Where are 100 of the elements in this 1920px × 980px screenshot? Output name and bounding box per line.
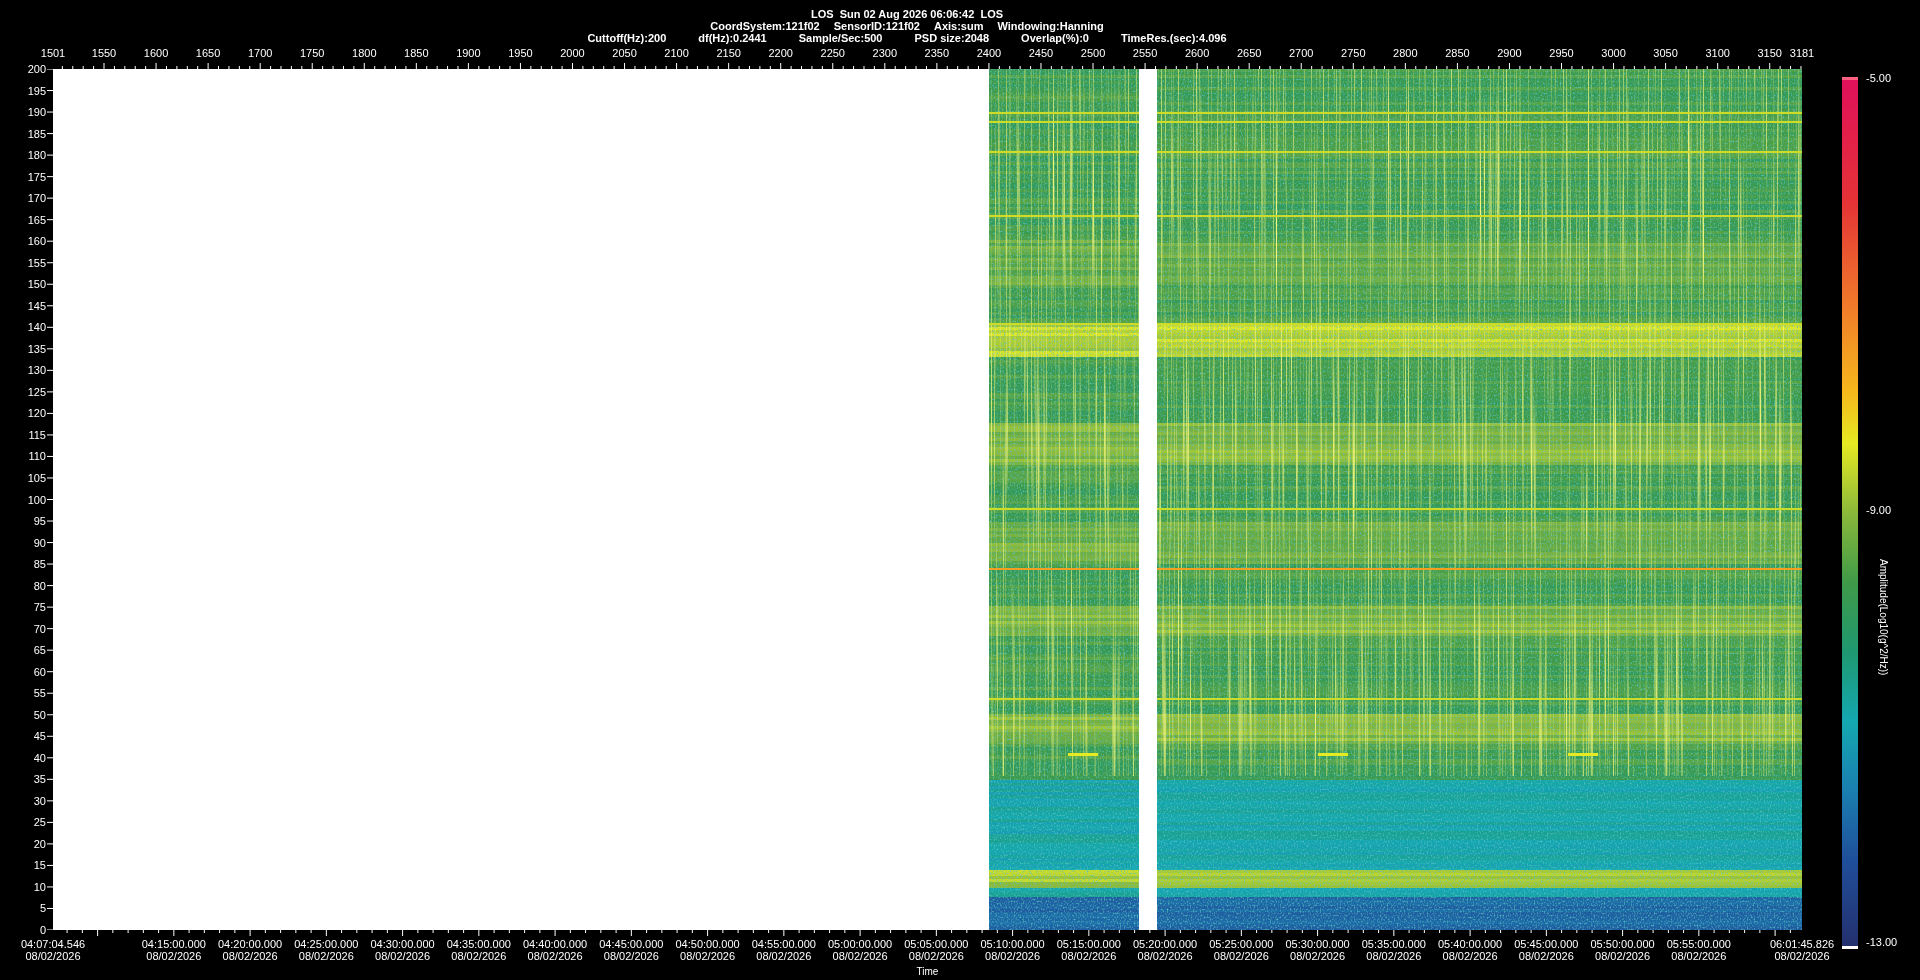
axis-tick-label: 2050 — [612, 47, 637, 59]
axis-tick-label: 1501 — [40, 47, 66, 59]
date-label: 08/02/2026 — [1290, 950, 1346, 962]
axis-tick-label: 2550 — [1132, 47, 1158, 59]
axis-tick-label: 85 — [33, 558, 46, 571]
axis-tick-label: 1750 — [300, 47, 325, 59]
axis-tick-label: 70 — [33, 622, 46, 635]
axis-tick-label: 175 — [27, 170, 46, 183]
axis-tick-label: 160 — [27, 235, 46, 248]
time-label: 05:00:00.000 — [828, 938, 893, 950]
axis-tick-label: 20 — [33, 837, 46, 850]
axis-tick-label: 190 — [27, 106, 46, 119]
axis-tick-label: 2900 — [1497, 47, 1522, 59]
axis-tick-label: 180 — [27, 149, 46, 162]
parameter-label: Windowing:Hanning — [997, 20, 1104, 32]
axis-tick-label: 95 — [33, 515, 46, 527]
axis-tick-label: 3000 — [1601, 47, 1626, 59]
axis-tick-label: 3150 — [1757, 47, 1782, 59]
axis-tick-label: 2800 — [1393, 47, 1418, 59]
date-label: 08/02/2026 — [1366, 950, 1422, 962]
axis-tick-label: 115 — [28, 428, 46, 441]
parameter-label: Sample/Sec:500 — [798, 32, 883, 44]
axis-tick-label: 195 — [27, 84, 46, 97]
date-label: 08/02/2026 — [527, 950, 583, 962]
parameter-label: Overlap(%):0 — [1021, 32, 1089, 44]
axis-tick-label: 3100 — [1705, 47, 1730, 59]
axis-tick-label: 130 — [27, 364, 46, 377]
axis-tick-label: 2950 — [1549, 47, 1574, 59]
axis-tick-label: 100 — [27, 493, 46, 506]
axis-tick-label: 45 — [33, 730, 46, 743]
parameter-label: Axis:sum — [933, 20, 984, 32]
axis-tick-label: 2200 — [768, 47, 793, 59]
colorbar-label: -9.00 — [1866, 504, 1893, 516]
axis-tick-label: 1800 — [352, 47, 377, 59]
colorbar-label: -5.00 — [1866, 72, 1893, 84]
time-label: 04:55:00.000 — [751, 938, 816, 950]
parameter-label: SensorID:121f02 — [833, 20, 920, 32]
axis-tick-label: 135 — [27, 342, 46, 355]
time-label: 05:15:00.000 — [1056, 938, 1121, 950]
date-label: 08/02/2026 — [1442, 950, 1498, 962]
axis-tick-label: 125 — [27, 385, 46, 398]
axis-tick-label: 155 — [27, 256, 46, 269]
axis-tick-label: 2400 — [976, 47, 1002, 59]
axis-tick-label: 1850 — [404, 47, 429, 59]
time-label: 04:30:00.000 — [370, 938, 435, 950]
axis-tick-label: 105 — [27, 471, 46, 484]
date-label: 08/02/2026 — [756, 950, 812, 962]
axis-tick-label: 2150 — [716, 47, 741, 59]
axis-title: Time — [916, 966, 939, 977]
axis-tick-label: 2850 — [1445, 47, 1470, 59]
colorbar-label: -13.00 — [1866, 936, 1898, 948]
axis-tick-label: 2500 — [1080, 47, 1106, 59]
parameter-label: TimeRes.(sec):4.096 — [1120, 32, 1227, 44]
time-label: 05:25:00.000 — [1209, 938, 1274, 950]
date-label: 08/02/2026 — [1213, 950, 1269, 962]
axis-tick-label: 15 — [33, 859, 46, 872]
axis-tick-label: 1700 — [247, 47, 273, 59]
axis-tick-label: 1950 — [508, 47, 533, 59]
axis-tick-label: 145 — [27, 299, 46, 312]
date-label: 08/02/2026 — [1518, 950, 1574, 962]
axis-tick-label: 165 — [27, 213, 46, 226]
date-label: 08/02/2026 — [832, 950, 888, 962]
time-label: 05:40:00.000 — [1438, 938, 1503, 950]
date-label: 08/02/2026 — [1595, 950, 1651, 962]
time-label: 05:20:00.000 — [1133, 938, 1198, 950]
time-label: 05:35:00.000 — [1361, 938, 1426, 950]
colorbar-title: Amplitude(Log10(g^2/Hz)) — [1878, 559, 1889, 676]
time-label: 04:50:00.000 — [675, 938, 740, 950]
parameter-label: df(Hz):0.2441 — [698, 32, 767, 44]
axis-tick-label: 0 — [39, 924, 46, 936]
time-label: 04:20:00.000 — [218, 938, 283, 950]
parameter-label: Cuttoff(Hz):200 — [587, 32, 667, 44]
date-label: 08/02/2026 — [603, 950, 659, 962]
axis-tick-label: 1550 — [91, 47, 117, 59]
time-label: 05:05:00.000 — [904, 938, 969, 950]
axis-tick-label: 2750 — [1341, 47, 1366, 59]
axis-tick-label: 2250 — [820, 47, 845, 59]
parameter-label: PSD size:2048 — [914, 32, 990, 44]
date-label: 08/02/2026 — [1061, 950, 1117, 962]
time-label: 04:25:00.000 — [294, 938, 359, 950]
axis-tick-label: 110 — [28, 450, 46, 463]
axis-tick-label: 80 — [33, 579, 46, 592]
axis-tick-label: 170 — [27, 192, 46, 205]
axis-tick-label: 2650 — [1236, 47, 1262, 59]
time-label: 05:30:00.000 — [1285, 938, 1350, 950]
time-label: 04:15:00.000 — [141, 938, 206, 950]
axis-tick-label: 50 — [33, 708, 46, 721]
axis-tick-label: 2600 — [1184, 47, 1210, 59]
axis-tick-label: 2300 — [872, 47, 898, 59]
time-label: 05:50:00.000 — [1590, 938, 1655, 950]
time-label: 05:55:00.000 — [1666, 938, 1731, 950]
axis-tick-label: 75 — [33, 601, 46, 614]
time-label: 04:07:04.546 — [20, 938, 86, 950]
axis-tick-label: 35 — [33, 773, 46, 786]
axis-tick-label: 1650 — [195, 47, 221, 59]
axis-tick-label: 90 — [33, 536, 46, 549]
time-label: 04:35:00.000 — [446, 938, 511, 950]
axis-tick-label: 1900 — [456, 47, 481, 59]
date-label: 08/02/2026 — [25, 950, 81, 962]
date-label: 08/02/2026 — [375, 950, 431, 962]
